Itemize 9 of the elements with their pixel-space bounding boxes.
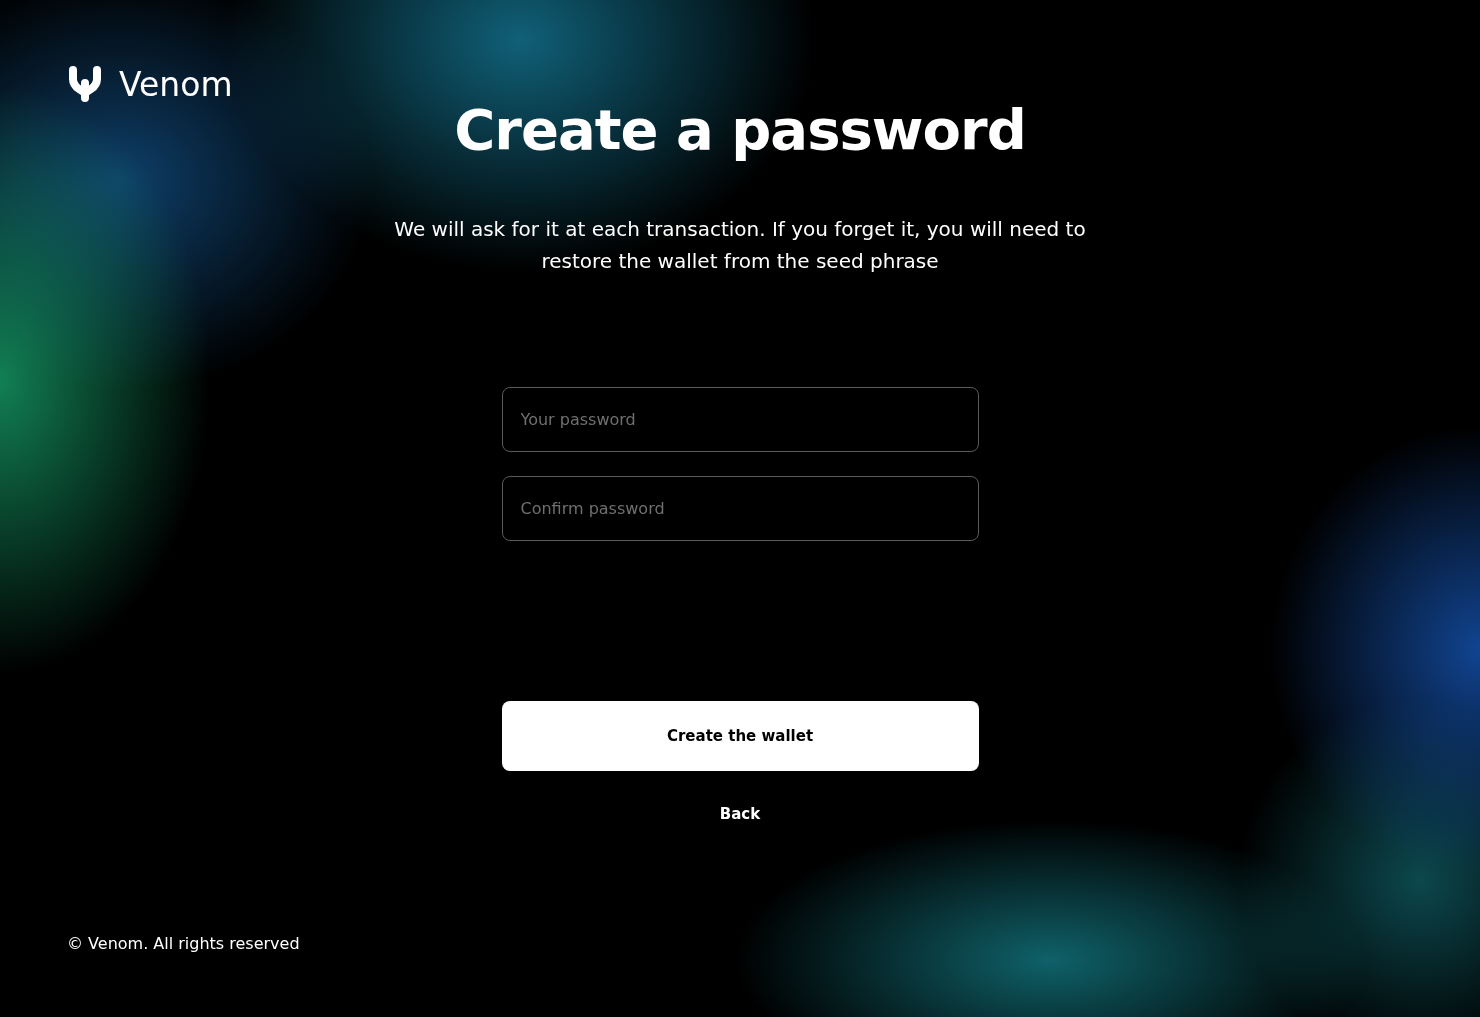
create-wallet-button[interactable]: Create the wallet <box>501 701 979 772</box>
back-link[interactable]: Back <box>719 795 761 826</box>
brand-name: Venom <box>119 67 233 101</box>
password-field[interactable]: Your password <box>501 387 979 453</box>
copyright-text: © Venom. All rights reserved <box>67 933 300 955</box>
password-field[interactable]: Confirm password <box>501 476 979 542</box>
logo-icon <box>67 65 103 103</box>
subtitle: We will ask for it at each transaction. If you forget it, you will need to restore the wallet from the seed phrase <box>393 216 1087 276</box>
page-title: Create a password <box>454 96 1026 164</box>
